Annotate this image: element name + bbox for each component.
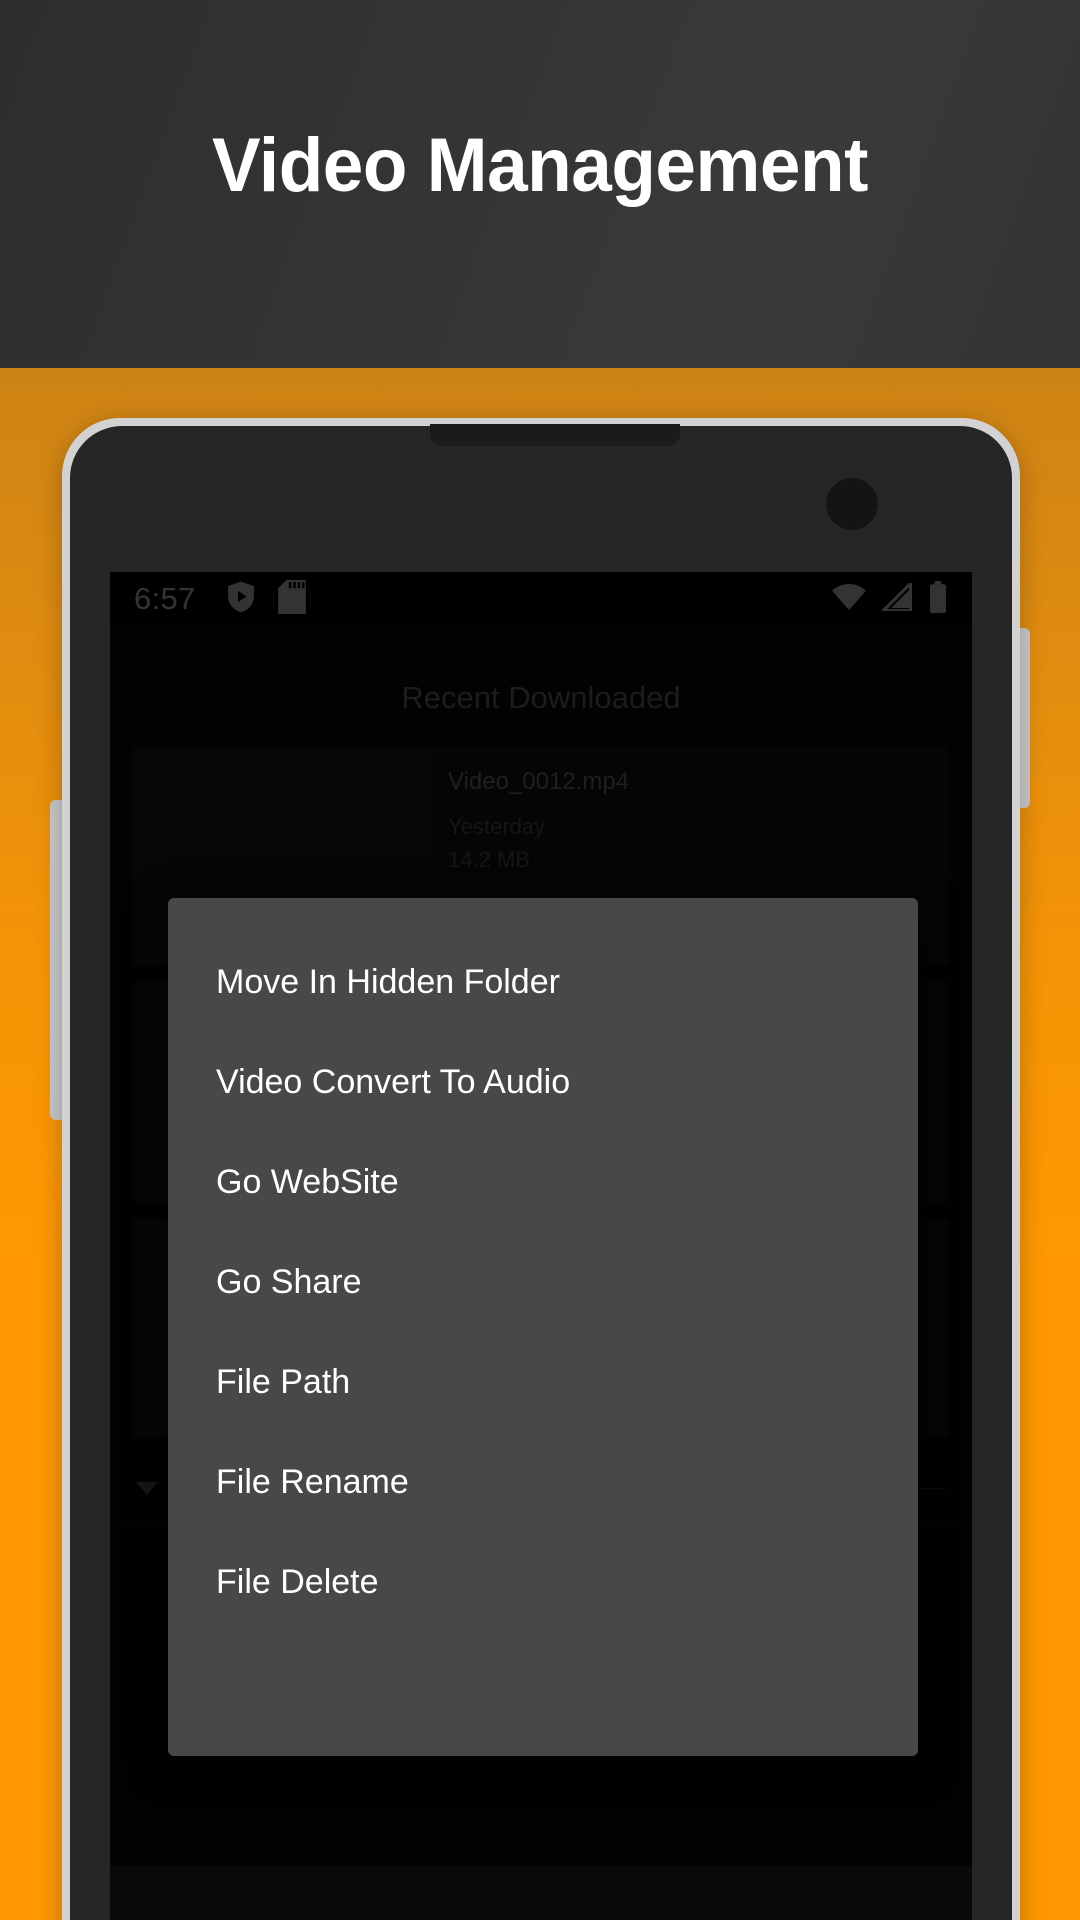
screenshot-stage: Video Management 6:57 — [0, 0, 1080, 1920]
menu-item-video-convert-to-audio[interactable]: Video Convert To Audio — [168, 1032, 918, 1132]
menu-item-file-delete[interactable]: File Delete — [168, 1532, 918, 1632]
menu-item-move-in-hidden-folder[interactable]: Move In Hidden Folder — [168, 932, 918, 1032]
menu-item-file-rename[interactable]: File Rename — [168, 1432, 918, 1532]
speaker-notch-icon — [430, 424, 680, 446]
promo-banner: Video Management — [0, 0, 1080, 368]
front-camera-icon — [826, 478, 878, 530]
phone-screen: 6:57 — [110, 572, 972, 1920]
menu-item-file-path[interactable]: File Path — [168, 1332, 918, 1432]
menu-item-go-website[interactable]: Go WebSite — [168, 1132, 918, 1232]
context-menu-dialog: Move In Hidden Folder Video Convert To A… — [168, 898, 918, 1756]
banner-title: Video Management — [212, 123, 868, 208]
menu-item-go-share[interactable]: Go Share — [168, 1232, 918, 1332]
